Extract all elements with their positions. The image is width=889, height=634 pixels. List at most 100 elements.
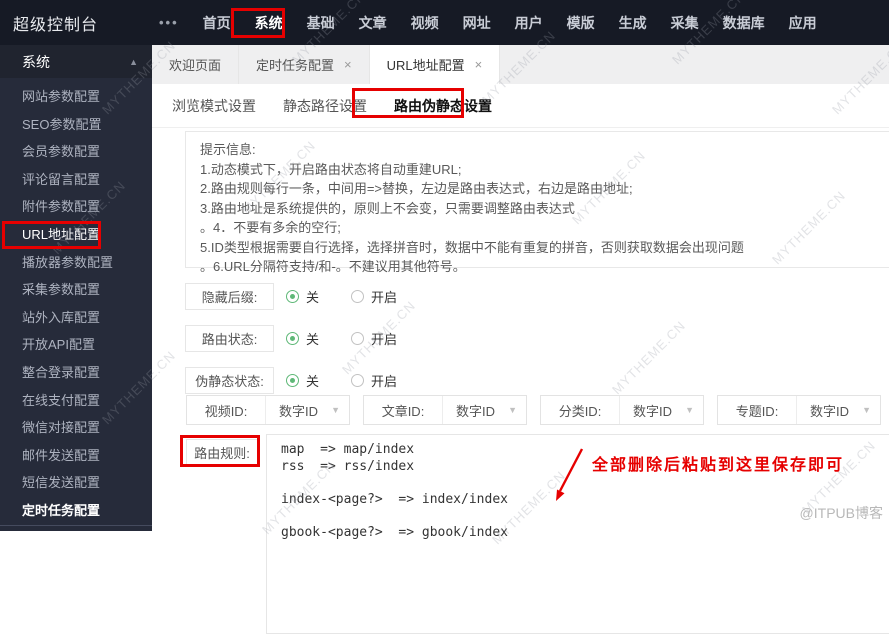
topbar: 超级控制台 ••• 首页 系统 基础 文章 视频 网址 用户 模版 生成 采集 … [0,0,889,45]
top-menu-article[interactable]: 文章 [359,13,387,33]
sidebar-item-member-params[interactable]: 会员参数配置 [0,138,152,166]
caret-up-icon[interactable]: ▲ [129,57,138,67]
field-rewrite-status: 伪静态状态: 关 开启 [185,367,397,394]
radio-on[interactable]: 开启 [351,287,397,306]
info-line: 3.路由地址是系统提供的，原则上不会变，只需要调整路由表达式 [200,199,889,219]
route-rules-label: 路由规则: [186,439,258,466]
tab-cron-config[interactable]: 定时任务配置 × [239,45,370,84]
tab-bar: 欢迎页面 定时任务配置 × URL地址配置 × [152,45,889,84]
sidebar-item-seo-params[interactable]: SEO参数配置 [0,111,152,139]
chevron-down-icon: ▼ [331,405,340,415]
close-icon[interactable]: × [475,57,483,72]
sidebar-item-external-storage[interactable]: 站外入库配置 [0,304,152,332]
main-area: 欢迎页面 定时任务配置 × URL地址配置 × 浏览模式设置 静态路径设置 路由… [152,45,889,531]
radio-on-label: 开启 [371,329,397,348]
route-rules-field: 路由规则: [186,439,258,466]
sidebar-item-wechat-config[interactable]: 微信对接配置 [0,414,152,442]
select-video-id[interactable]: 视频ID: 数字ID ▼ [186,395,350,425]
subtab-route-rewrite[interactable]: 路由伪静态设置 [394,96,492,116]
radio-selected-icon [286,290,299,303]
radio-on-label: 开启 [371,287,397,306]
top-menu-user[interactable]: 用户 [515,13,543,33]
sidebar-item-url-config[interactable]: URL地址配置 [0,221,152,249]
chevron-down-icon: ▼ [508,405,517,415]
radio-on[interactable]: 开启 [351,371,397,390]
category-id-label: 分类ID: [541,396,620,424]
info-line: 2.路由规则每行一条，中间用=>替换，左边是路由表达式，右边是路由地址; [200,179,889,199]
hide-suffix-label: 隐藏后缀: [185,283,274,310]
top-menu-basic[interactable]: 基础 [307,13,335,33]
top-menu-database[interactable]: 数据库 [723,13,765,33]
radio-on[interactable]: 开启 [351,329,397,348]
radio-selected-icon [286,374,299,387]
sidebar: 系统 ▲ 网站参数配置 SEO参数配置 会员参数配置 评论留言配置 附件参数配置… [0,45,152,531]
app-title: 超级控制台 [0,11,159,35]
sidebar-item-site-params[interactable]: 网站参数配置 [0,83,152,111]
info-line: 。4．不要有多余的空行; [200,218,889,238]
tab-welcome[interactable]: 欢迎页面 [152,45,239,84]
info-line: 1.动态模式下，开启路由状态将自动重建URL; [200,160,889,180]
selected-option: 数字ID [633,401,672,420]
radio-selected-icon [286,332,299,345]
select-category-id[interactable]: 分类ID: 数字ID ▼ [540,395,704,425]
topic-id-label: 专题ID: [718,396,797,424]
top-menu-video[interactable]: 视频 [411,13,439,33]
radio-off-label: 关 [306,371,319,390]
radio-unselected-icon [351,332,364,345]
selected-option: 数字ID [810,401,849,420]
radio-off-label: 关 [306,329,319,348]
tab-url-config[interactable]: URL地址配置 × [370,45,501,84]
field-route-status: 路由状态: 关 开启 [185,325,397,352]
radio-unselected-icon [351,290,364,303]
info-line: 5.ID类型根据需要自行选择，选择拼音时，数据中不能有重复的拼音，否则获取数据会… [200,238,889,258]
select-article-id[interactable]: 文章ID: 数字ID ▼ [363,395,527,425]
sidebar-menu: 网站参数配置 SEO参数配置 会员参数配置 评论留言配置 附件参数配置 URL地… [0,83,152,526]
video-id-value[interactable]: 数字ID ▼ [266,396,349,424]
close-icon[interactable]: × [344,57,352,72]
sidebar-header-system[interactable]: 系统 ▲ [0,45,152,78]
subtab-static-path[interactable]: 静态路径设置 [283,96,367,116]
selected-option: 数字ID [279,401,318,420]
sidebar-item-player-params[interactable]: 播放器参数配置 [0,249,152,277]
rewrite-status-label: 伪静态状态: [185,367,274,394]
video-id-label: 视频ID: [187,396,266,424]
sidebar-header-label: 系统 [22,52,50,72]
top-menu-collect[interactable]: 采集 [671,13,699,33]
sidebar-item-email-config[interactable]: 邮件发送配置 [0,442,152,470]
category-id-value[interactable]: 数字ID ▼ [620,396,703,424]
info-line: 。6.URL分隔符支持/和-。不建议用其他符号。 [200,257,889,277]
top-menu-system[interactable]: 系统 [255,13,283,33]
radio-off-label: 关 [306,287,319,306]
sidebar-item-cron-config[interactable]: 定时任务配置 [0,497,152,526]
top-menu-website[interactable]: 网址 [463,13,491,33]
chevron-down-icon: ▼ [685,405,694,415]
top-menu: 首页 系统 基础 文章 视频 网址 用户 模版 生成 采集 数据库 应用 [203,13,817,33]
topic-id-value[interactable]: 数字ID ▼ [797,396,880,424]
radio-off[interactable]: 关 [286,371,319,390]
radio-on-label: 开启 [371,371,397,390]
tab-bar-spacer [500,45,889,84]
more-menu-icon[interactable]: ••• [159,15,179,30]
subtab-bar: 浏览模式设置 静态路径设置 路由伪静态设置 [152,84,889,128]
tab-welcome-label: 欢迎页面 [169,55,221,74]
sidebar-item-comment-config[interactable]: 评论留言配置 [0,166,152,194]
article-id-value[interactable]: 数字ID ▼ [443,396,526,424]
sidebar-item-open-api[interactable]: 开放API配置 [0,331,152,359]
top-menu-app[interactable]: 应用 [789,13,817,33]
top-menu-home[interactable]: 首页 [203,13,231,33]
route-rules-textarea[interactable]: map => map/index rss => rss/index index-… [266,434,889,634]
radio-off[interactable]: 关 [286,287,319,306]
top-menu-generate[interactable]: 生成 [619,13,647,33]
field-hide-suffix: 隐藏后缀: 关 开启 [185,283,397,310]
radio-off[interactable]: 关 [286,329,319,348]
top-menu-template[interactable]: 模版 [567,13,595,33]
sidebar-item-collect-params[interactable]: 采集参数配置 [0,276,152,304]
route-status-label: 路由状态: [185,325,274,352]
article-id-label: 文章ID: [364,396,443,424]
select-topic-id[interactable]: 专题ID: 数字ID ▼ [717,395,881,425]
sidebar-item-sms-config[interactable]: 短信发送配置 [0,469,152,497]
subtab-browse-mode[interactable]: 浏览模式设置 [172,96,256,116]
sidebar-item-attachment-params[interactable]: 附件参数配置 [0,193,152,221]
sidebar-item-online-payment[interactable]: 在线支付配置 [0,387,152,415]
sidebar-item-integrated-login[interactable]: 整合登录配置 [0,359,152,387]
